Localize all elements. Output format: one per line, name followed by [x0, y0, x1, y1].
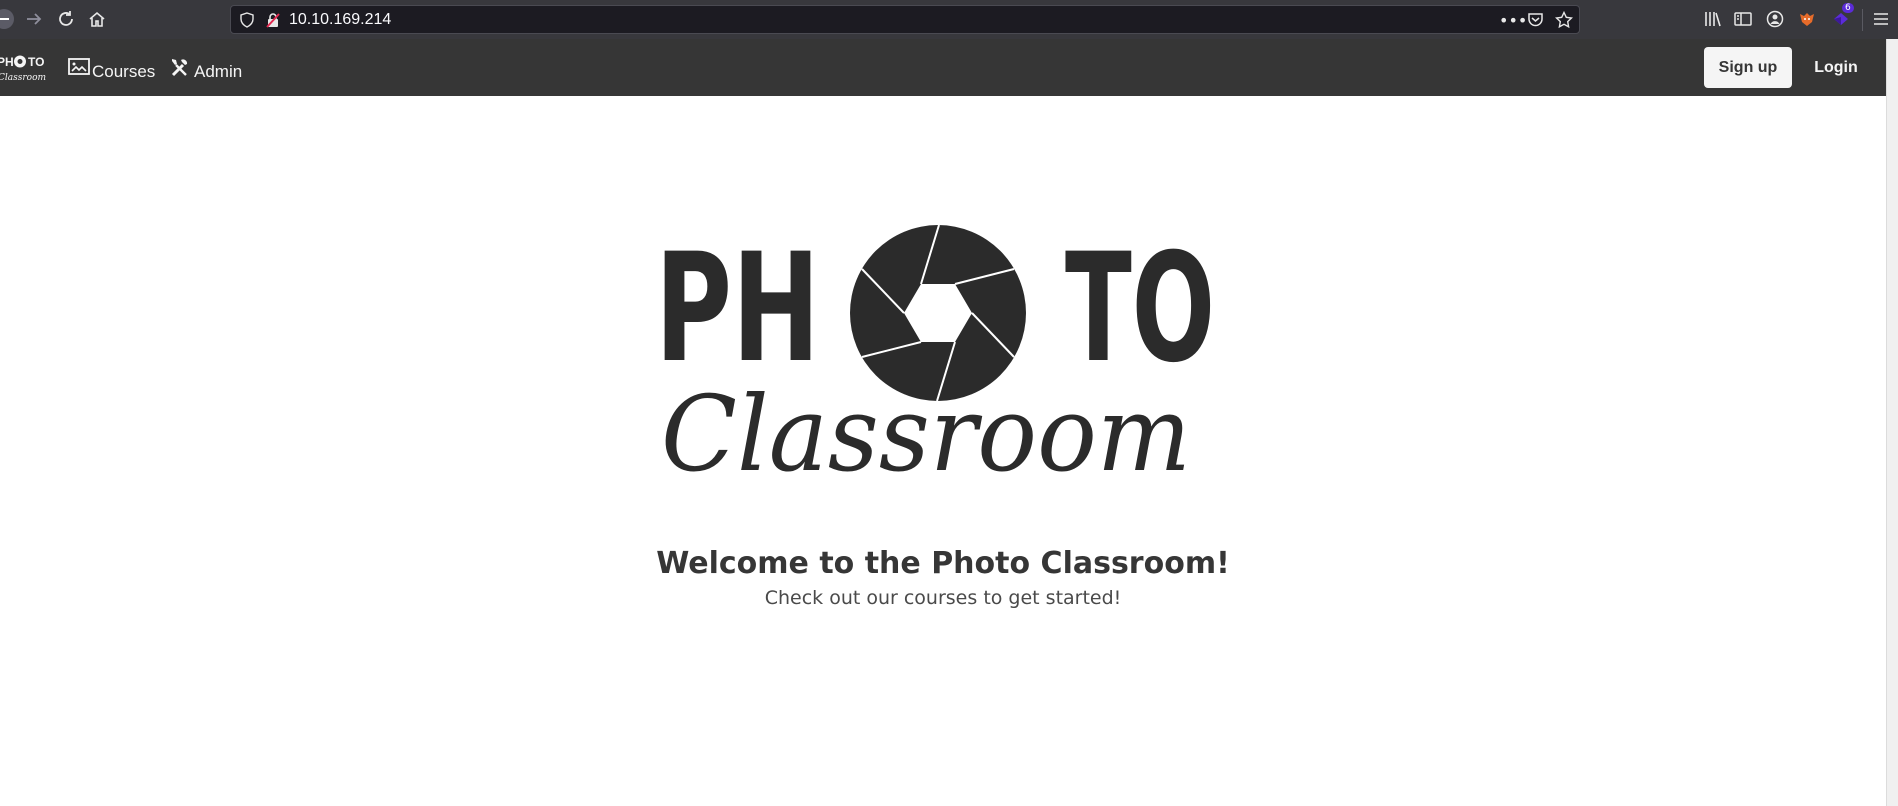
url-bar[interactable]: 10.10.169.214 ••• — [230, 5, 1580, 34]
tools-icon — [170, 57, 192, 82]
forward-arrow-icon — [27, 13, 42, 25]
url-text[interactable]: 10.10.169.214 — [289, 11, 391, 29]
library-icon[interactable] — [1702, 8, 1724, 30]
welcome-subtitle: Check out our courses to get started! — [764, 587, 1122, 609]
image-icon — [68, 57, 90, 82]
browser-toolbar: 10.10.169.214 ••• 6 — [0, 0, 1898, 39]
site-navbar: PH TO Classroom Courses Admin Sign up Lo… — [0, 39, 1886, 96]
insecure-lock-icon — [265, 12, 281, 32]
extension-badge: 6 — [1842, 3, 1854, 13]
svg-text:PH: PH — [0, 55, 14, 69]
reload-icon — [59, 11, 73, 26]
nav-admin-label: Admin — [194, 62, 243, 81]
toolbar-divider — [1862, 9, 1863, 31]
back-button[interactable] — [0, 7, 16, 31]
svg-text:TO: TO — [28, 55, 44, 69]
hamburger-menu-icon[interactable] — [1870, 8, 1892, 30]
home-icon — [89, 11, 105, 27]
home-button[interactable] — [85, 7, 109, 31]
logo-text-ph: PH — [655, 222, 820, 396]
shield-icon — [239, 12, 255, 32]
logo-text-classroom: Classroom — [661, 373, 1191, 493]
back-icon — [0, 9, 14, 29]
reload-button[interactable] — [54, 7, 78, 31]
sidebar-icon[interactable] — [1732, 8, 1754, 30]
nav-courses[interactable]: Courses — [68, 57, 155, 82]
pocket-icon[interactable] — [1527, 12, 1544, 32]
signup-button[interactable]: Sign up — [1704, 47, 1792, 88]
svg-text:Classroom: Classroom — [0, 73, 46, 83]
welcome-title: Welcome to the Photo Classroom! — [656, 546, 1230, 581]
nav-admin[interactable]: Admin — [170, 57, 242, 82]
login-button[interactable]: Login — [1804, 47, 1868, 88]
extension-icon[interactable]: 6 — [1830, 3, 1854, 30]
logo-text-to: TO — [1065, 222, 1215, 396]
forward-button[interactable] — [22, 7, 46, 31]
page-scrollbar[interactable] — [1886, 39, 1898, 806]
bookmark-star-icon[interactable] — [1554, 10, 1574, 33]
brand-logo[interactable]: PH TO Classroom — [0, 53, 48, 83]
page-actions-icon[interactable]: ••• — [1499, 11, 1527, 30]
foxyproxy-extension-icon[interactable] — [1796, 8, 1818, 30]
photo-classroom-logo: PH TO Classroom — [655, 218, 1215, 495]
account-icon[interactable] — [1764, 8, 1786, 30]
nav-courses-label: Courses — [92, 62, 156, 81]
